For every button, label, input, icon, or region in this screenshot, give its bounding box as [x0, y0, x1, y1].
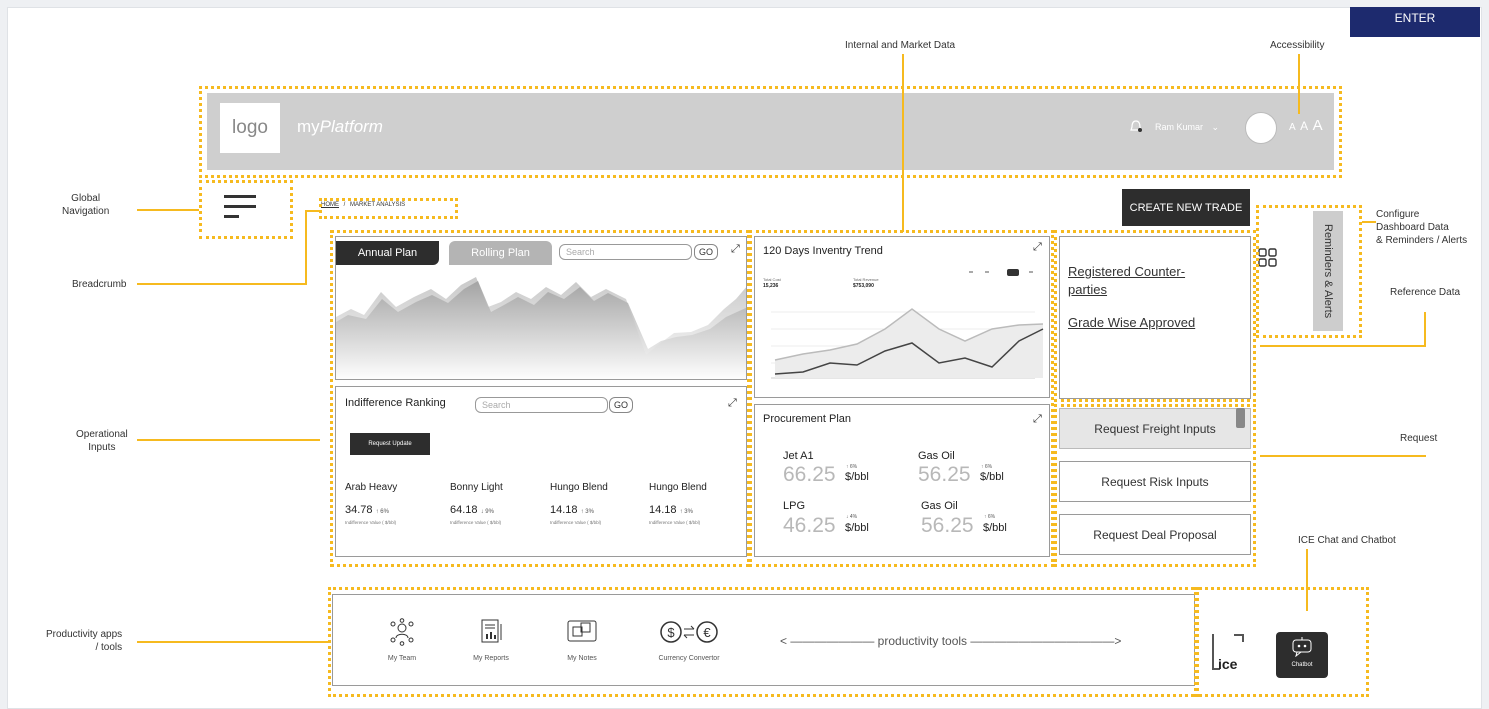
annotation-configure: Configure Dashboard Data & Reminders / A… — [1376, 209, 1468, 246]
annotation-internal-market: Internal and Market Data — [845, 40, 956, 51]
annotation-reference: Reference Data — [1390, 287, 1461, 298]
reference-highlight — [1054, 230, 1256, 402]
global-nav-highlight — [199, 180, 293, 239]
configure-highlight — [1256, 205, 1362, 338]
annotation-operational: Operational Inputs — [76, 429, 128, 453]
connector — [137, 283, 307, 285]
annotation-ice: ICE Chat and Chatbot — [1298, 535, 1396, 546]
operational-highlight — [330, 230, 750, 567]
annotation-breadcrumb: Breadcrumb — [72, 279, 127, 290]
connector — [1298, 54, 1300, 114]
breadcrumb-highlight — [319, 198, 458, 219]
annotation-global-nav: Global Navigation — [62, 193, 110, 217]
connector — [305, 210, 321, 212]
internal-market-highlight — [749, 230, 1054, 567]
connector — [902, 54, 904, 232]
connector — [1260, 455, 1426, 457]
annotation-request: Request — [1400, 433, 1438, 444]
ice-highlight — [1194, 587, 1369, 697]
annotation-productivity: Productivity apps / tools — [46, 629, 123, 653]
annotation-accessibility: Accessibility — [1270, 40, 1325, 51]
connector — [1362, 221, 1376, 223]
request-highlight — [1054, 404, 1256, 567]
connector — [1424, 312, 1426, 347]
connector — [137, 209, 199, 211]
enter-button[interactable]: ENTER — [1350, 7, 1480, 37]
connector — [305, 210, 307, 285]
create-new-trade-button[interactable]: CREATE NEW TRADE — [1122, 189, 1250, 226]
connector — [1260, 345, 1426, 347]
productivity-highlight — [328, 587, 1199, 697]
connector — [1306, 549, 1308, 611]
connector — [137, 641, 328, 643]
connector — [137, 439, 320, 441]
header-highlight — [199, 86, 1342, 178]
